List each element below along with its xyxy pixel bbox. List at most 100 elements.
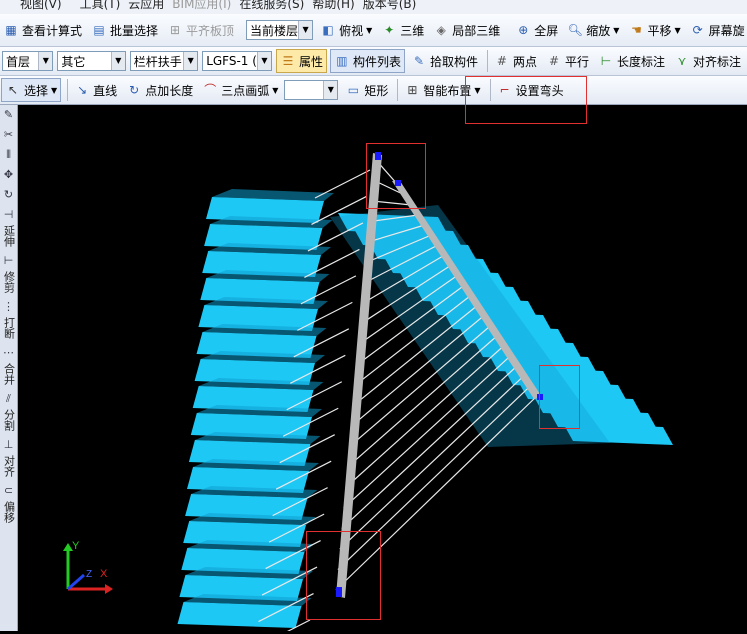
merge-button[interactable]: 合并: [0, 363, 17, 389]
offset-button[interactable]: 偏移: [0, 501, 17, 527]
pencil-icon[interactable]: ✎: [0, 105, 17, 125]
separator: [67, 79, 69, 101]
smart-layout-button[interactable]: ⊞ 智能布置 ▼: [401, 78, 483, 102]
left-edit-toolbar: ✎ ✂ ⫴ ✥ ↻ ⊣ 延伸 ⊢ 修剪 ⋮ 打断 ⋯ 合并 ⫽ 分割 ⊥ 对齐 …: [0, 105, 18, 631]
x-axis-label: X: [100, 568, 108, 580]
break-icon: ⋮: [3, 300, 14, 313]
pick-component-button[interactable]: ✎ 拾取构件: [408, 49, 481, 73]
set-elbow-button[interactable]: ⌐ 设置弯头: [494, 78, 567, 102]
chevron-down-icon: ▼: [613, 25, 620, 35]
point-length-icon: ↻: [129, 83, 140, 97]
align-button[interactable]: 对齐: [0, 455, 17, 481]
eyedropper-icon: ✎: [413, 54, 425, 68]
chevron-down-icon: ▼: [38, 52, 53, 70]
three-d-button[interactable]: ✦ 三维: [378, 18, 427, 42]
rail-endpoint-right-bottom: [537, 394, 543, 400]
list-icon: ▥: [336, 54, 348, 68]
align-dim-icon: ⋎: [677, 54, 687, 68]
chevron-down-icon: ▼: [474, 85, 481, 95]
zoom-icon: 🔍︎: [567, 23, 583, 37]
batch-select-icon: ▤: [93, 23, 105, 37]
arc-icon: ⌒: [204, 83, 217, 97]
component-select[interactable]: LGFS-1 ( ▼: [202, 51, 272, 71]
z-axis-line: [67, 573, 85, 591]
rail-endpoint-right-top: [395, 180, 401, 186]
align-slab-top-button[interactable]: ⊞ 平齐板顶: [164, 18, 237, 42]
menu-bim[interactable]: BIM应用(I): [172, 0, 231, 10]
view-formula-button[interactable]: ▦ 查看计算式: [0, 18, 85, 42]
parallel-button[interactable]: # 平行: [543, 49, 592, 73]
menu-version[interactable]: 版本号(B): [363, 0, 417, 10]
chevron-down-icon: ▼: [366, 25, 373, 35]
split-icon: ⫽: [6, 392, 11, 405]
y-axis-label: Y: [72, 540, 80, 552]
select-button[interactable]: ↖ 选择 ▼: [1, 78, 62, 102]
length-dim-icon: ⊢: [600, 54, 612, 68]
chevron-down-icon: ▼: [110, 52, 125, 70]
length-dim-button[interactable]: ⊢ 长度标注: [595, 49, 668, 73]
chevron-down-icon: ▼: [51, 85, 58, 95]
grid-axis-icon: #: [496, 54, 507, 68]
rectangle-button[interactable]: ▭ 矩形: [342, 78, 391, 102]
align-icon: ⊥: [3, 438, 14, 451]
floor-dropdown[interactable]: 当前楼层 ▼: [246, 20, 314, 40]
stair-railing-scene: [177, 152, 673, 634]
break-button[interactable]: 打断: [0, 317, 17, 343]
partial-3d-icon: ◈: [436, 23, 446, 37]
component-list-button[interactable]: ▥ 构件列表: [329, 49, 405, 73]
properties-icon: ☰: [282, 54, 294, 68]
arc-option-select[interactable]: ▼: [284, 80, 339, 100]
top-view-button[interactable]: ◧ 俯视 ▼: [317, 18, 375, 42]
point-length-button[interactable]: ↻ 点加长度: [123, 78, 196, 102]
floor-select[interactable]: 首层 ▼: [2, 51, 54, 71]
scissors-icon[interactable]: ✂: [0, 125, 17, 145]
menu-cloud[interactable]: 云应用: [128, 0, 164, 10]
extend-button[interactable]: 延伸: [0, 225, 17, 251]
category-select[interactable]: 其它 ▼: [57, 51, 126, 71]
toolbar-component: 首层 ▼ 其它 ▼ 栏杆扶手 ▼ LGFS-1 ( ▼ ☰ 属性 ▥ 构件列表 …: [0, 47, 747, 76]
smart-layout-icon: ⊞: [407, 83, 418, 97]
move-icon[interactable]: ✥: [0, 165, 17, 185]
component-type-select[interactable]: 栏杆扶手 ▼: [129, 51, 199, 71]
pan-button[interactable]: ☚ 平移 ▼: [625, 18, 683, 42]
full-screen-button[interactable]: ⊕ 全屏: [512, 18, 561, 42]
3d-viewport[interactable]: Y X Z: [18, 105, 747, 634]
screen-rotate-button[interactable]: ⟳ 屏幕旋: [687, 18, 747, 42]
rectangle-icon: ▭: [347, 83, 360, 97]
menu-help[interactable]: 帮助(H): [312, 0, 354, 10]
align-dim-button[interactable]: ⋎ 对齐标注: [671, 49, 744, 73]
merge-icon: ⋯: [3, 346, 14, 359]
mirror-icon[interactable]: ⫴: [0, 145, 17, 165]
zoom-button[interactable]: 🔍︎ 缩放 ▼: [564, 18, 622, 42]
properties-button[interactable]: ☰ 属性: [275, 49, 327, 73]
trim-icon: ⊢: [3, 254, 14, 267]
parallel-icon: #: [548, 54, 559, 68]
baluster: [335, 394, 539, 591]
menu-view[interactable]: 视图(V): [20, 0, 62, 10]
chevron-down-icon: ▼: [183, 52, 198, 70]
chevron-down-icon: ▼: [323, 81, 338, 99]
rotate-icon[interactable]: ↻: [0, 185, 17, 205]
menu-tools[interactable]: 工具(T): [80, 0, 121, 10]
separator: [397, 79, 399, 101]
three-point-arc-button[interactable]: ⌒ 三点画弧 ▼: [199, 78, 281, 102]
cursor-icon: ↖: [7, 83, 19, 97]
offset-icon: ⊂: [3, 484, 14, 497]
baluster: [339, 374, 526, 550]
rotate-icon: ⟳: [692, 23, 703, 37]
partial-3d-button[interactable]: ◈ 局部三维: [430, 18, 503, 42]
chevron-down-icon: ▼: [298, 21, 313, 39]
z-axis-label: Z: [86, 569, 92, 580]
line-button[interactable]: ↘ 直线: [71, 78, 120, 102]
toolbar-draw: ↖ 选择 ▼ ↘ 直线 ↻ 点加长度 ⌒ 三点画弧 ▼ ▼ ▭ 矩形 ⊞ 智能布…: [0, 76, 747, 105]
split-button[interactable]: 分割: [0, 409, 17, 435]
trim-button[interactable]: 修剪: [0, 271, 17, 297]
chevron-down-icon: ▼: [674, 25, 681, 35]
chevron-down-icon: ▼: [256, 52, 271, 70]
chevron-down-icon: ▼: [272, 85, 279, 95]
batch-select-button[interactable]: ▤ 批量选择: [88, 18, 161, 42]
formula-icon: ▦: [5, 23, 17, 37]
two-points-button[interactable]: # 两点: [491, 49, 540, 73]
menu-online[interactable]: 在线服务(S): [239, 0, 304, 10]
toolbar-view: ▦ 查看计算式 ▤ 批量选择 ⊞ 平齐板顶 当前楼层 ▼ ◧ 俯视 ▼ ✦ 三维…: [0, 14, 747, 47]
